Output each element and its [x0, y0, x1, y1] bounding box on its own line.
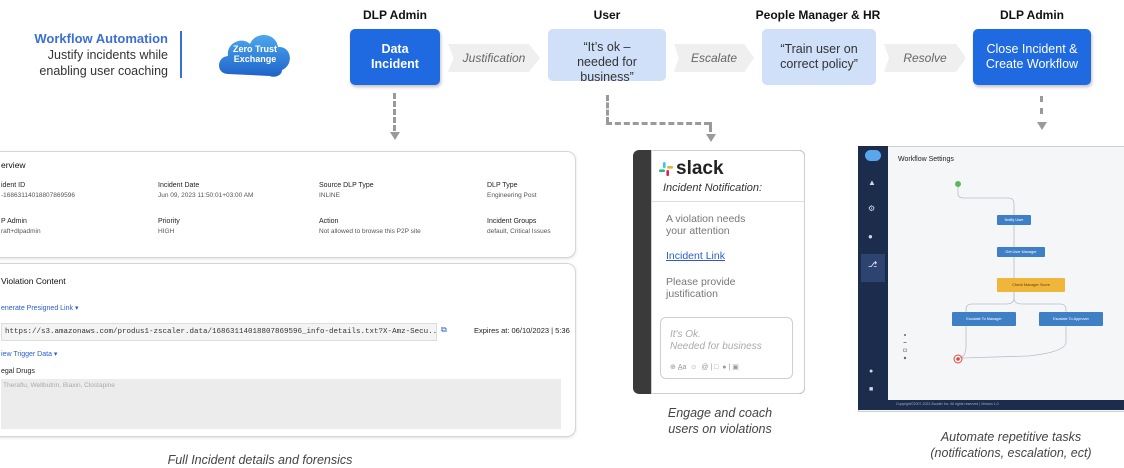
subtitle-line-1: Justify incidents while	[47, 48, 168, 62]
presigned-url-field[interactable]: https://s3.amazonaws.com/produs1-zscaler…	[1, 323, 437, 341]
groups-icon[interactable]: ●	[868, 232, 873, 241]
slack-notification-title: Incident Notification:	[663, 182, 763, 194]
node-escalate-to-manager[interactable]: Escalate To Manager	[952, 312, 1016, 326]
user-icon[interactable]: ■	[869, 386, 873, 393]
violation-title: Violation Content	[1, 276, 66, 286]
role-dlp-admin-2: DLP Admin	[999, 8, 1064, 22]
transition-resolve-label: Resolve	[903, 51, 947, 65]
step-4-line-2: Create Workflow	[985, 57, 1079, 71]
field-source-dlp-type: Source DLP Type INLINE	[319, 182, 374, 199]
workflow-footer-bar: Copyright©2007-2023 Zscaler Inc. All rig…	[888, 400, 1124, 410]
cloud-line-1: Zero Trust	[232, 44, 277, 54]
connector-incident	[393, 93, 396, 131]
connector-user-across	[606, 122, 710, 125]
overview-title: erview	[1, 160, 26, 170]
format-icon[interactable]: A̲a	[678, 364, 687, 371]
step-3-line-2: correct policy”	[780, 57, 858, 71]
step-data-incident: Data Incident	[350, 29, 440, 85]
field-priority: Priority HIGH	[158, 218, 180, 235]
step-3-line-1: “Train user on	[780, 42, 858, 56]
role-user: User	[593, 8, 621, 22]
node-escalate-to-approver[interactable]: Escalate To Approver	[1039, 312, 1103, 326]
header-divider	[180, 31, 182, 78]
trigger-label: egal Drugs	[1, 368, 35, 375]
chevron-down-icon: ▾	[53, 351, 58, 358]
workflow-caption: Automate repetitive tasks (notifications,…	[930, 430, 1092, 460]
step-1-line-1: Data	[381, 42, 409, 56]
field-dlp-type: DLP Type Engineering Post	[487, 182, 537, 199]
subtitle-line-2: enabling user coaching	[39, 64, 168, 78]
setup-icon[interactable]: ⚙	[868, 204, 875, 213]
step-4-line-1: Close Incident &	[986, 42, 1078, 56]
shortcut-icon[interactable]: ▣	[732, 364, 739, 371]
emoji-icon[interactable]: ☺	[690, 364, 697, 371]
incident-link[interactable]: Incident Link	[666, 250, 725, 262]
trigger-data-link[interactable]: iew Trigger Data ▾	[1, 350, 57, 358]
workflow-icon: ⎇	[868, 260, 878, 269]
slack-caption: Engage and coach users on violations	[667, 406, 773, 436]
slack-divider	[652, 201, 804, 202]
connector-user-slack	[709, 122, 712, 132]
slack-message: A violation needs your attention	[666, 213, 746, 237]
slack-reply-text: It's Ok. Needed for business	[670, 329, 762, 352]
trigger-content-box: Theraflu, Wellbutrin, Biaxin, Clostapine	[1, 379, 561, 429]
step-2-line-1: “It’s ok –	[583, 39, 631, 54]
slack-logo-icon	[658, 161, 674, 182]
field-incident-date: Incident Date Jun 09, 2023 11:50:01+03:00…	[158, 182, 254, 199]
zero-trust-cloud-icon: Zero Trust Exchange	[214, 24, 296, 86]
mic-icon[interactable]: ●	[722, 364, 726, 371]
copy-icon[interactable]: ⧉	[441, 325, 447, 335]
role-people-manager-hr: People Manager & HR	[755, 8, 881, 22]
incidents-icon[interactable]: ▲	[868, 178, 876, 187]
transition-escalate-label: Escalate	[690, 51, 738, 65]
incident-overview-panel: erview ident ID -16863114018807869596 Inc…	[0, 151, 576, 258]
connector-incident-arrow	[390, 132, 400, 140]
slack-notification-card: slack Incident Notification: A violation…	[651, 150, 805, 394]
trigger-value: Theraflu, Wellbutrin, Biaxin, Clostapine	[3, 382, 115, 389]
violation-content-panel: Violation Content enerate Presigned Link…	[0, 263, 576, 437]
video-icon[interactable]: □	[714, 364, 718, 371]
workflow-sidebar: ▲ ⚙ ● ⎇ ● ■	[858, 146, 888, 410]
field-action: Action Not allowed to browse this P2P sit…	[319, 218, 421, 235]
step-2-line-2: needed for	[577, 54, 637, 69]
connector-workflow-arrow	[1037, 122, 1047, 130]
step-train-user: “Train user on correct policy”	[762, 29, 876, 85]
slack-composer-toolbar[interactable]: ⊕ A̲a ☺ @ | □ ● | ▣	[670, 363, 739, 371]
mention-icon[interactable]: @	[701, 364, 708, 371]
expires-label: Expires at: 06/10/2023 | 5:36	[474, 326, 570, 335]
node-notify-user[interactable]: Notify User	[997, 215, 1031, 225]
connector-slack-arrow	[706, 134, 716, 142]
step-1-line-2: Incident	[371, 57, 419, 71]
cloud-logo-icon	[865, 150, 881, 161]
node-get-user-manager[interactable]: Get User Manager	[997, 247, 1045, 257]
role-dlp-admin: DLP Admin	[362, 8, 427, 22]
plus-icon[interactable]: ⊕	[670, 364, 676, 371]
field-incident-id: ident ID -16863114018807869596	[1, 182, 75, 199]
presigned-link[interactable]: enerate Presigned Link ▾	[1, 304, 78, 312]
workflow-graph-edges	[903, 181, 1067, 364]
transition-justification: Justification	[448, 44, 540, 72]
transition-resolve: Resolve	[884, 44, 966, 72]
chevron-down-icon: ▾	[74, 305, 79, 312]
field-dlp-admin: P Admin raft+dlpadmin	[1, 218, 41, 235]
connector-workflow	[1040, 96, 1043, 114]
slack-brand: slack	[676, 158, 724, 179]
node-check-manager-score[interactable]: Check Manager Score	[997, 278, 1065, 292]
step-2-line-3: business”	[580, 69, 634, 84]
step-close-incident: Close Incident & Create Workflow	[973, 29, 1091, 85]
connector-user-down	[606, 95, 609, 123]
workflow-subtitle: Justify incidents while enabling user co…	[0, 47, 168, 79]
transition-escalate: Escalate	[674, 44, 754, 72]
incident-caption: Full Incident details and forensics	[167, 453, 353, 467]
cloud-line-2: Exchange	[233, 54, 277, 64]
step-user-justification: “It’s ok – needed for business”	[548, 29, 666, 84]
help-icon[interactable]: ●	[869, 368, 873, 375]
slack-reply-input[interactable]: It's Ok. Needed for business ⊕ A̲a ☺ @ | …	[660, 317, 793, 379]
slack-prompt: Please provide justification	[666, 276, 736, 300]
workflow-title: Workflow Automation	[34, 31, 168, 46]
workflow-footer: Copyright©2007-2023 Zscaler Inc. All rig…	[896, 402, 999, 406]
field-incident-groups: Incident Groups default, Critical Issues	[487, 218, 551, 235]
transition-justification-label: Justification	[462, 51, 526, 65]
